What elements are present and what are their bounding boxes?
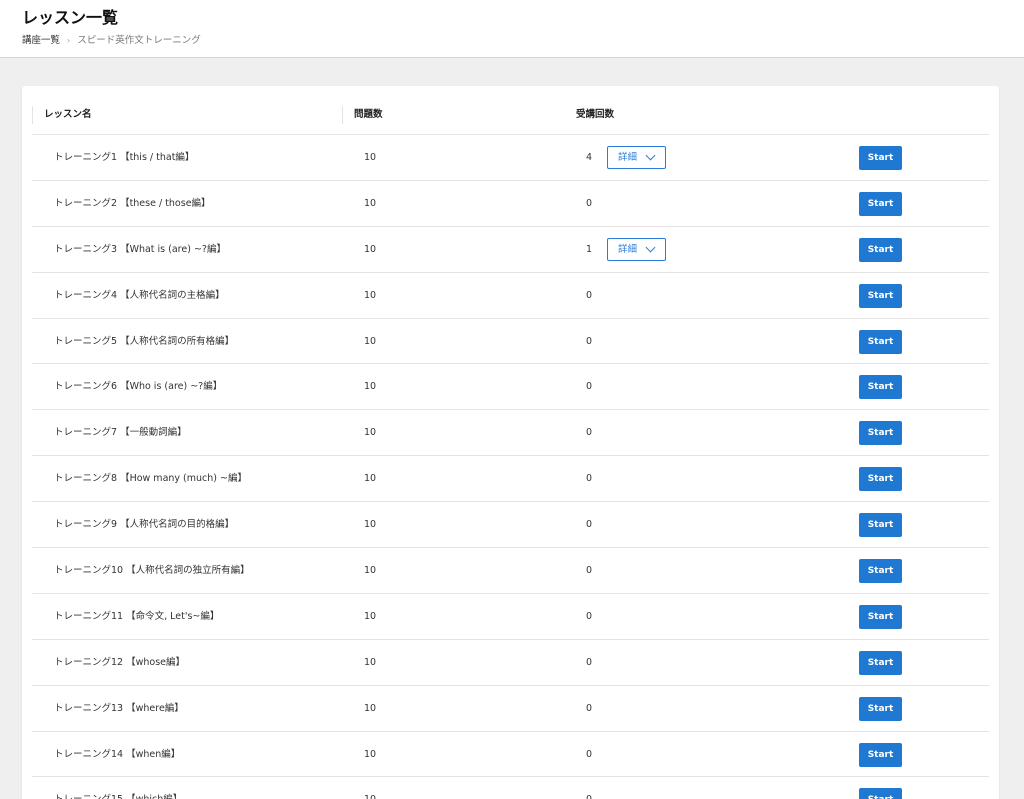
attempt-count: 0 <box>586 381 593 393</box>
table-row: トレーニング8 【How many (much) ~編】 10 0 Start <box>32 456 989 503</box>
lesson-name: トレーニング14 【when編】 <box>54 748 181 760</box>
breadcrumb-course-list-link[interactable]: 講座一覧 <box>22 35 60 47</box>
lesson-name: トレーニング11 【命令文, Let's~編】 <box>54 610 220 622</box>
column-header-question-count: 問題数 <box>342 106 383 124</box>
attempt-count: 0 <box>586 748 593 760</box>
question-count: 10 <box>364 519 377 531</box>
start-button[interactable]: Start <box>859 191 902 216</box>
question-count: 10 <box>364 152 377 163</box>
attempt-count: 1 <box>586 243 593 255</box>
start-button[interactable]: Start <box>859 742 902 767</box>
lesson-name: トレーニング1 【this / that編】 <box>54 152 195 163</box>
question-count: 10 <box>364 335 377 347</box>
question-count: 10 <box>364 748 377 760</box>
start-button[interactable]: Start <box>859 650 902 675</box>
table-row: トレーニング4 【人称代名詞の主格編】 10 0 Start <box>32 273 989 319</box>
question-count: 10 <box>364 656 377 668</box>
lesson-name: トレーニング15 【which編】 <box>54 777 182 799</box>
lesson-name: トレーニング10 【人称代名詞の独立所有編】 <box>54 565 250 577</box>
lesson-name: トレーニング5 【人称代名詞の所有格編】 <box>54 335 235 347</box>
table-row: トレーニング11 【命令文, Let's~編】 10 0 Start <box>32 594 989 640</box>
attempt-count: 0 <box>586 473 593 485</box>
question-count: 10 <box>364 289 377 301</box>
breadcrumb: 講座一覧 › スピード英作文トレーニング <box>22 35 201 47</box>
lesson-name: トレーニング12 【whose編】 <box>54 656 186 668</box>
attempt-count: 0 <box>586 289 593 301</box>
column-header-lesson-name: レッスン名 <box>32 106 92 124</box>
table-row: トレーニング6 【Who is (are) ~?編】 10 0 Start <box>32 364 989 411</box>
lesson-list: トレーニング1 【this / that編】 10 4 詳細 Start トレー… <box>32 135 989 799</box>
lesson-name: トレーニング7 【一般動詞編】 <box>54 427 187 439</box>
start-button[interactable]: Start <box>859 467 902 492</box>
table-row: トレーニング12 【whose編】 10 0 Start <box>32 640 989 686</box>
lesson-table-card: レッスン名 問題数 受講回数 トレーニング1 【this / that編】 10… <box>22 86 999 799</box>
table-row: トレーニング3 【What is (are) ~?編】 10 1 詳細 Star… <box>32 227 989 273</box>
table-row: トレーニング9 【人称代名詞の目的格編】 10 0 Start <box>32 502 989 549</box>
start-button[interactable]: Start <box>859 513 902 538</box>
start-button[interactable]: Start <box>859 559 902 584</box>
table-row: トレーニング14 【when編】 10 0 Start <box>32 732 989 778</box>
table-row: トレーニング1 【this / that編】 10 4 詳細 Start <box>32 135 989 181</box>
lesson-name: トレーニング13 【where編】 <box>54 702 184 714</box>
question-count: 10 <box>364 473 377 485</box>
attempt-count: 0 <box>586 335 593 347</box>
detail-button[interactable]: 詳細 <box>607 146 666 169</box>
question-count: 10 <box>364 243 377 255</box>
table-row: トレーニング7 【一般動詞編】 10 0 Start <box>32 410 989 457</box>
start-button[interactable]: Start <box>859 696 902 721</box>
question-count: 10 <box>364 610 377 622</box>
lesson-name: トレーニング6 【Who is (are) ~?編】 <box>54 381 223 393</box>
detail-button[interactable]: 詳細 <box>607 237 666 261</box>
attempt-count: 0 <box>586 427 593 439</box>
chevron-down-icon <box>645 242 656 253</box>
detail-button-label: 詳細 <box>618 152 638 163</box>
start-button[interactable]: Start <box>859 788 902 799</box>
lesson-name: トレーニング3 【What is (are) ~?編】 <box>54 243 226 255</box>
lesson-name: トレーニング4 【人称代名詞の主格編】 <box>54 289 225 301</box>
attempt-count: 0 <box>586 610 593 622</box>
question-count: 10 <box>364 565 377 577</box>
question-count: 10 <box>364 197 377 209</box>
table-header: レッスン名 問題数 受講回数 <box>32 103 989 135</box>
lesson-name: トレーニング2 【these / those編】 <box>54 197 211 209</box>
page-title: レッスン一覧 <box>22 8 119 27</box>
attempt-count: 0 <box>586 519 593 531</box>
attempt-count: 0 <box>586 656 593 668</box>
start-button[interactable]: Start <box>859 375 902 400</box>
detail-button-label: 詳細 <box>618 243 638 255</box>
table-row: トレーニング13 【where編】 10 0 Start <box>32 686 989 732</box>
start-button[interactable]: Start <box>859 283 902 308</box>
attempt-count: 0 <box>586 197 593 209</box>
start-button[interactable]: Start <box>859 237 902 262</box>
attempt-count: 0 <box>586 565 593 577</box>
question-count: 10 <box>364 777 376 799</box>
table-row: トレーニング10 【人称代名詞の独立所有編】 10 0 Start <box>32 548 989 594</box>
attempt-count: 0 <box>586 702 593 714</box>
start-button[interactable]: Start <box>859 146 902 170</box>
chevron-down-icon <box>645 150 656 161</box>
table-row: トレーニング15 【which編】 10 0 Start <box>32 777 989 799</box>
breadcrumb-separator-icon: › <box>67 36 71 45</box>
attempt-count: 4 <box>586 152 593 163</box>
lesson-name: トレーニング8 【How many (much) ~編】 <box>54 473 247 485</box>
table-row: トレーニング2 【these / those編】 10 0 Start <box>32 181 989 227</box>
question-count: 10 <box>364 381 377 393</box>
question-count: 10 <box>364 702 377 714</box>
lesson-name: トレーニング9 【人称代名詞の目的格編】 <box>54 519 235 531</box>
question-count: 10 <box>364 427 377 439</box>
start-button[interactable]: Start <box>859 421 902 446</box>
breadcrumb-current: スピード英作文トレーニング <box>77 35 201 46</box>
page-header: レッスン一覧 講座一覧 › スピード英作文トレーニング <box>0 0 1024 58</box>
column-header-attempt-count: 受講回数 <box>576 109 615 120</box>
table-row: トレーニング5 【人称代名詞の所有格編】 10 0 Start <box>32 319 989 365</box>
start-button[interactable]: Start <box>859 604 902 629</box>
start-button[interactable]: Start <box>859 329 902 354</box>
attempt-count: 0 <box>586 777 592 799</box>
